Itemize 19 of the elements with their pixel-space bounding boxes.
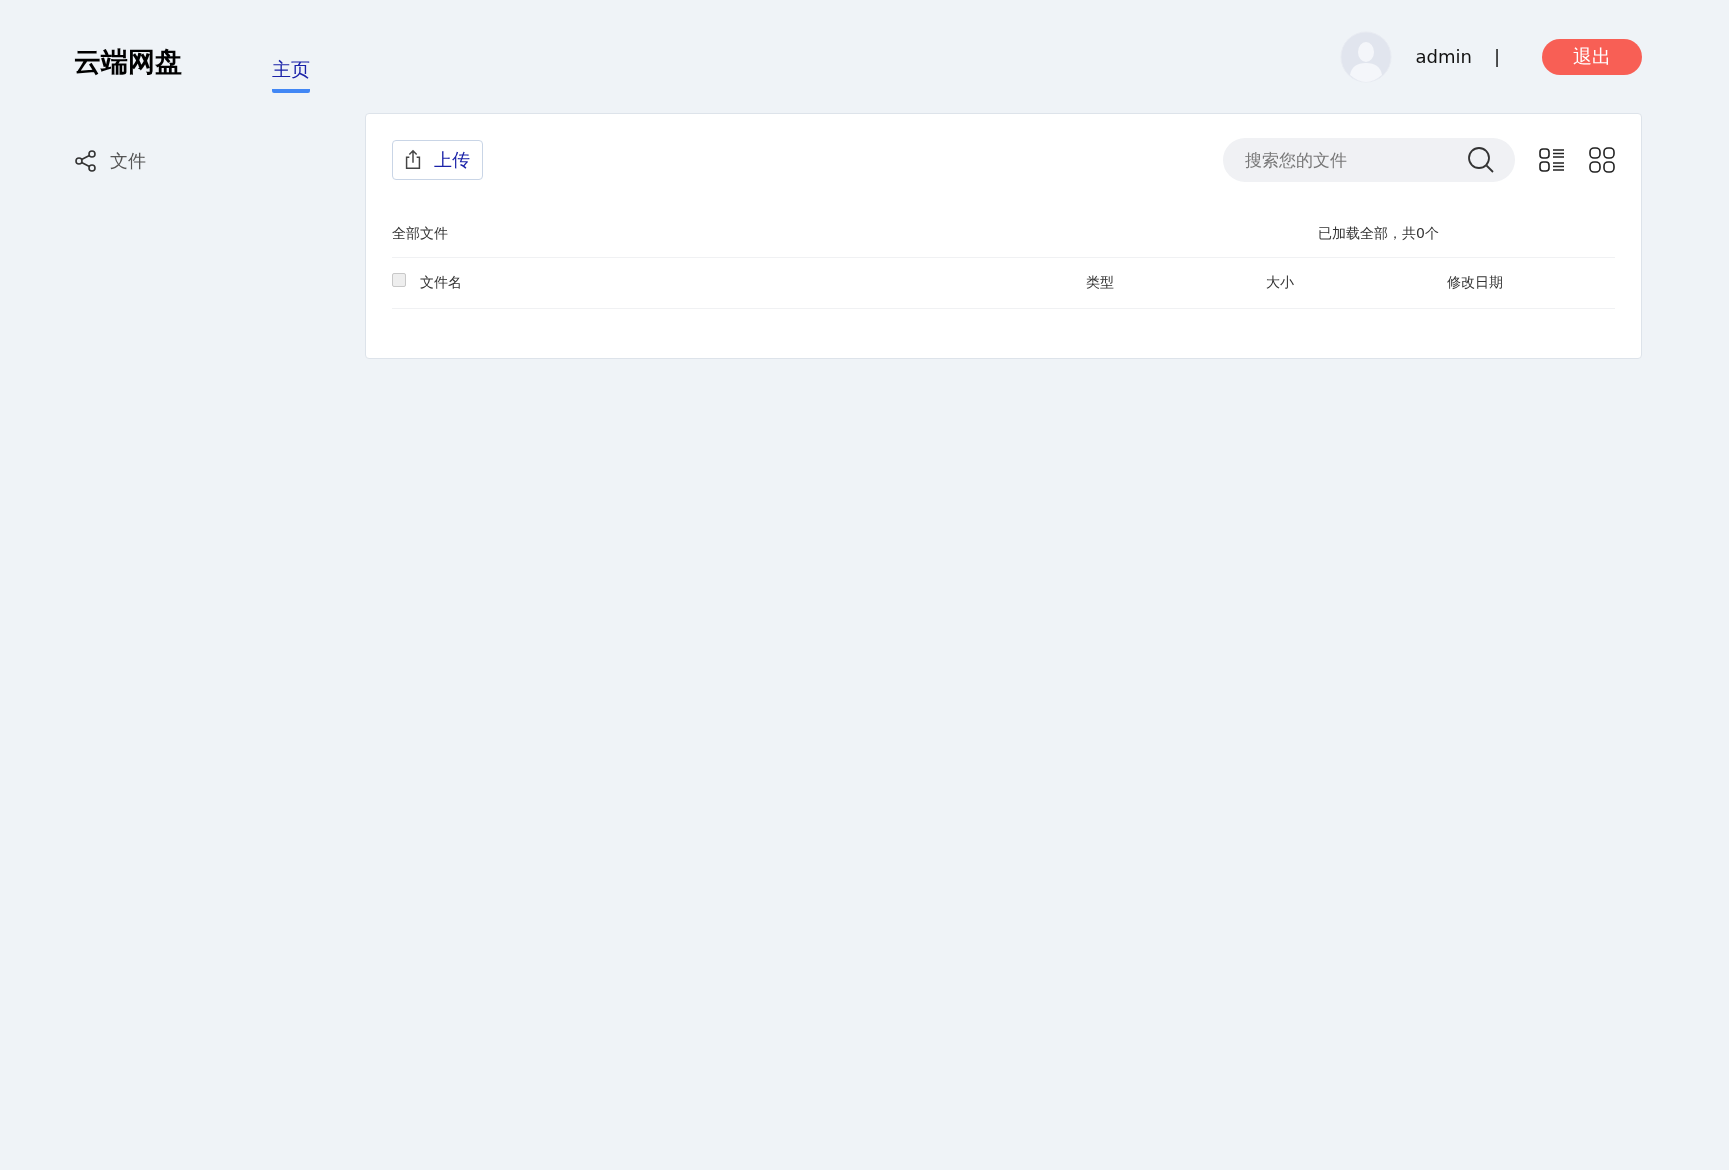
share-icon xyxy=(74,149,98,173)
load-status: 已加载全部，共0个 xyxy=(1318,225,1440,243)
separator-text: | xyxy=(1493,46,1500,67)
breadcrumb: 全部文件 xyxy=(392,225,449,243)
grid-view-icon[interactable] xyxy=(1589,147,1615,173)
nav-tab[interactable]: 主页 xyxy=(272,42,310,93)
column-header: 修改日期 xyxy=(1447,274,1504,292)
username: admin xyxy=(1415,46,1472,67)
sidebar-item[interactable]: 文件 xyxy=(74,149,365,173)
column-header: 大小 xyxy=(1266,274,1295,292)
logo-text: 云端网盘 xyxy=(74,44,183,79)
sidebar-item-label: 文件 xyxy=(110,149,146,173)
select-all-checkbox[interactable] xyxy=(392,273,406,287)
search-icon[interactable] xyxy=(1467,146,1495,174)
search-field[interactable]: 搜索您的文件 xyxy=(1223,138,1515,182)
column-header: 类型 xyxy=(1086,274,1115,292)
upload-button[interactable]: 上传 xyxy=(392,140,483,180)
list-view-icon[interactable] xyxy=(1539,147,1565,173)
column-header: 文件名 xyxy=(420,274,463,292)
